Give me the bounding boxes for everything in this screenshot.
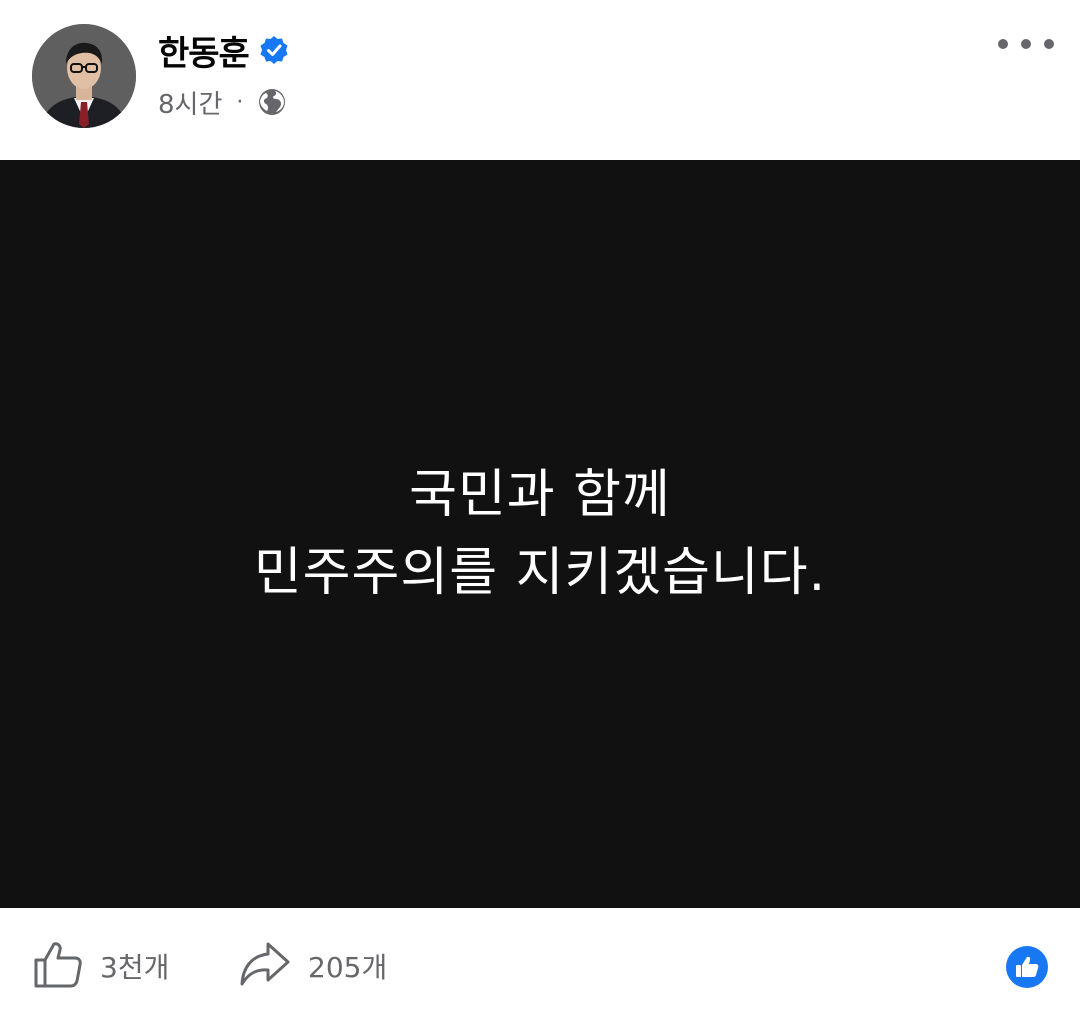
share-arrow-icon [238,938,292,994]
media-text-line-1: 국민과 함께 [409,465,671,525]
post-footer: 3천개 205개 [0,908,1080,1020]
author-name[interactable]: 한동훈 [158,26,250,75]
more-dot [1044,39,1054,49]
post-media-image[interactable]: 국민과 함께 민주주의를 지키겠습니다. [0,160,1080,908]
post-header: 한동훈 8시간 · [0,0,1080,160]
meta-separator: · [236,89,244,115]
share-count: 205개 [308,951,388,984]
like-count: 3천개 [100,951,170,984]
post-meta: 8시간 · [158,84,287,120]
post-timestamp[interactable]: 8시간 [158,84,222,121]
share-button[interactable]: 205개 [238,936,387,996]
author-row: 한동훈 [158,26,289,74]
more-dot [1021,39,1031,49]
like-button[interactable]: 3천개 [32,936,169,996]
more-dot [998,39,1008,49]
more-options-button[interactable] [998,30,1054,58]
like-reaction-icon[interactable] [1006,946,1048,988]
avatar[interactable] [32,24,136,128]
thumbs-up-outline-icon [32,938,84,994]
media-text-line-2: 민주주의를 지키겠습니다. [253,543,827,603]
verified-badge-icon [259,35,289,65]
globe-icon[interactable] [257,87,287,117]
avatar-image [32,24,136,128]
